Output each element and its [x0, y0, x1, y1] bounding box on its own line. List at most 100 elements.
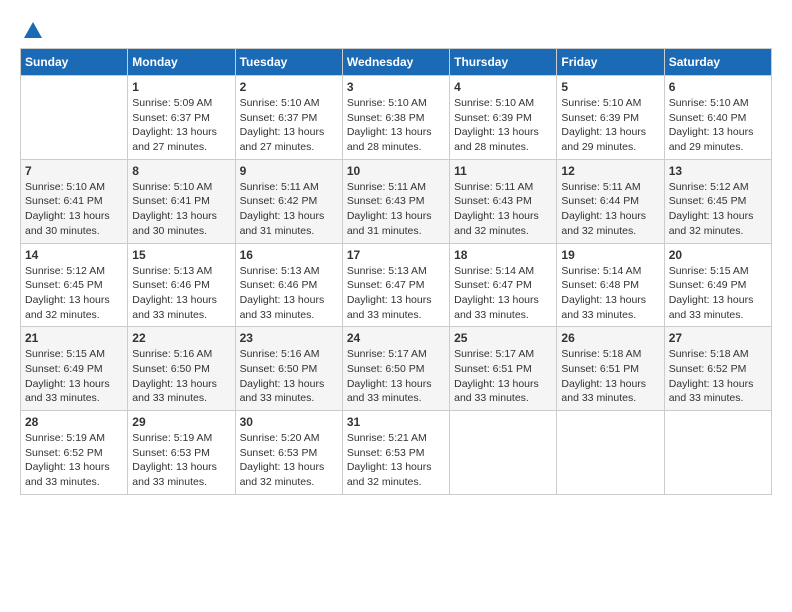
day-info: Sunrise: 5:14 AM Sunset: 6:48 PM Dayligh… [561, 264, 659, 323]
day-info: Sunrise: 5:10 AM Sunset: 6:37 PM Dayligh… [240, 96, 338, 155]
day-info: Sunrise: 5:11 AM Sunset: 6:43 PM Dayligh… [347, 180, 445, 239]
calendar-cell: 22 Sunrise: 5:16 AM Sunset: 6:50 PM Dayli… [128, 327, 235, 411]
day-info: Sunrise: 5:12 AM Sunset: 6:45 PM Dayligh… [25, 264, 123, 323]
logo [20, 20, 44, 38]
day-number: 12 [561, 164, 659, 178]
day-info: Sunrise: 5:17 AM Sunset: 6:50 PM Dayligh… [347, 347, 445, 406]
calendar-cell: 11 Sunrise: 5:11 AM Sunset: 6:43 PM Dayli… [450, 159, 557, 243]
calendar-cell: 18 Sunrise: 5:14 AM Sunset: 6:47 PM Dayli… [450, 243, 557, 327]
day-info: Sunrise: 5:11 AM Sunset: 6:42 PM Dayligh… [240, 180, 338, 239]
day-number: 3 [347, 80, 445, 94]
day-info: Sunrise: 5:13 AM Sunset: 6:46 PM Dayligh… [132, 264, 230, 323]
calendar-cell: 2 Sunrise: 5:10 AM Sunset: 6:37 PM Daylig… [235, 76, 342, 160]
day-number: 14 [25, 248, 123, 262]
day-number: 30 [240, 415, 338, 429]
calendar-cell: 1Sunrise: 5:09 AM Sunset: 6:37 PM Daylig… [128, 76, 235, 160]
day-number: 15 [132, 248, 230, 262]
calendar-day-header: Tuesday [235, 49, 342, 76]
day-info: Sunrise: 5:10 AM Sunset: 6:41 PM Dayligh… [132, 180, 230, 239]
day-info: Sunrise: 5:20 AM Sunset: 6:53 PM Dayligh… [240, 431, 338, 490]
calendar-cell: 3 Sunrise: 5:10 AM Sunset: 6:38 PM Daylig… [342, 76, 449, 160]
day-info: Sunrise: 5:19 AM Sunset: 6:52 PM Dayligh… [25, 431, 123, 490]
calendar-day-header: Friday [557, 49, 664, 76]
calendar-cell: 29Sunrise: 5:19 AM Sunset: 6:53 PM Dayli… [128, 411, 235, 495]
day-number: 9 [240, 164, 338, 178]
day-number: 13 [669, 164, 767, 178]
day-info: Sunrise: 5:10 AM Sunset: 6:41 PM Dayligh… [25, 180, 123, 239]
day-number: 29 [132, 415, 230, 429]
day-number: 17 [347, 248, 445, 262]
calendar-cell [664, 411, 771, 495]
day-info: Sunrise: 5:11 AM Sunset: 6:44 PM Dayligh… [561, 180, 659, 239]
calendar-cell: 14 Sunrise: 5:12 AM Sunset: 6:45 PM Dayli… [21, 243, 128, 327]
day-number: 11 [454, 164, 552, 178]
day-info: Sunrise: 5:11 AM Sunset: 6:43 PM Dayligh… [454, 180, 552, 239]
day-info: Sunrise: 5:16 AM Sunset: 6:50 PM Dayligh… [240, 347, 338, 406]
day-info: Sunrise: 5:16 AM Sunset: 6:50 PM Dayligh… [132, 347, 230, 406]
day-number: 21 [25, 331, 123, 345]
calendar-day-header: Sunday [21, 49, 128, 76]
calendar-cell: 26Sunrise: 5:18 AM Sunset: 6:51 PM Dayli… [557, 327, 664, 411]
calendar-cell: 13Sunrise: 5:12 AM Sunset: 6:45 PM Dayli… [664, 159, 771, 243]
calendar-table: SundayMondayTuesdayWednesdayThursdayFrid… [20, 48, 772, 495]
day-number: 25 [454, 331, 552, 345]
calendar-cell: 25 Sunrise: 5:17 AM Sunset: 6:51 PM Dayli… [450, 327, 557, 411]
day-info: Sunrise: 5:14 AM Sunset: 6:47 PM Dayligh… [454, 264, 552, 323]
day-number: 10 [347, 164, 445, 178]
calendar-cell: 8 Sunrise: 5:10 AM Sunset: 6:41 PM Daylig… [128, 159, 235, 243]
calendar-cell: 7 Sunrise: 5:10 AM Sunset: 6:41 PM Daylig… [21, 159, 128, 243]
calendar-cell: 6 Sunrise: 5:10 AM Sunset: 6:40 PM Daylig… [664, 76, 771, 160]
day-info: Sunrise: 5:10 AM Sunset: 6:40 PM Dayligh… [669, 96, 767, 155]
calendar-week-row: 21 Sunrise: 5:15 AM Sunset: 6:49 PM Dayli… [21, 327, 772, 411]
day-number: 2 [240, 80, 338, 94]
calendar-cell [21, 76, 128, 160]
calendar-cell [557, 411, 664, 495]
day-info: Sunrise: 5:18 AM Sunset: 6:51 PM Dayligh… [561, 347, 659, 406]
calendar-cell: 30 Sunrise: 5:20 AM Sunset: 6:53 PM Dayli… [235, 411, 342, 495]
day-info: Sunrise: 5:09 AM Sunset: 6:37 PM Dayligh… [132, 96, 230, 155]
calendar-day-header: Monday [128, 49, 235, 76]
day-number: 8 [132, 164, 230, 178]
day-number: 23 [240, 331, 338, 345]
day-number: 20 [669, 248, 767, 262]
calendar-cell: 9 Sunrise: 5:11 AM Sunset: 6:42 PM Daylig… [235, 159, 342, 243]
day-number: 19 [561, 248, 659, 262]
day-info: Sunrise: 5:15 AM Sunset: 6:49 PM Dayligh… [25, 347, 123, 406]
calendar-week-row: 7 Sunrise: 5:10 AM Sunset: 6:41 PM Daylig… [21, 159, 772, 243]
day-number: 22 [132, 331, 230, 345]
calendar-cell: 31Sunrise: 5:21 AM Sunset: 6:53 PM Dayli… [342, 411, 449, 495]
day-number: 6 [669, 80, 767, 94]
day-info: Sunrise: 5:13 AM Sunset: 6:46 PM Dayligh… [240, 264, 338, 323]
day-number: 5 [561, 80, 659, 94]
day-number: 16 [240, 248, 338, 262]
calendar-header-row: SundayMondayTuesdayWednesdayThursdayFrid… [21, 49, 772, 76]
calendar-cell: 5Sunrise: 5:10 AM Sunset: 6:39 PM Daylig… [557, 76, 664, 160]
day-number: 31 [347, 415, 445, 429]
calendar-cell: 15 Sunrise: 5:13 AM Sunset: 6:46 PM Dayli… [128, 243, 235, 327]
day-info: Sunrise: 5:10 AM Sunset: 6:38 PM Dayligh… [347, 96, 445, 155]
day-number: 18 [454, 248, 552, 262]
calendar-cell [450, 411, 557, 495]
calendar-week-row: 28 Sunrise: 5:19 AM Sunset: 6:52 PM Dayli… [21, 411, 772, 495]
calendar-cell: 20Sunrise: 5:15 AM Sunset: 6:49 PM Dayli… [664, 243, 771, 327]
calendar-week-row: 14 Sunrise: 5:12 AM Sunset: 6:45 PM Dayli… [21, 243, 772, 327]
day-number: 28 [25, 415, 123, 429]
calendar-cell: 21 Sunrise: 5:15 AM Sunset: 6:49 PM Dayli… [21, 327, 128, 411]
calendar-cell: 19 Sunrise: 5:14 AM Sunset: 6:48 PM Dayli… [557, 243, 664, 327]
calendar-day-header: Saturday [664, 49, 771, 76]
day-number: 7 [25, 164, 123, 178]
calendar-cell: 23 Sunrise: 5:16 AM Sunset: 6:50 PM Dayli… [235, 327, 342, 411]
calendar-day-header: Wednesday [342, 49, 449, 76]
logo-icon [22, 20, 44, 42]
calendar-cell: 12 Sunrise: 5:11 AM Sunset: 6:44 PM Dayli… [557, 159, 664, 243]
calendar-cell: 27Sunrise: 5:18 AM Sunset: 6:52 PM Dayli… [664, 327, 771, 411]
calendar-cell: 10 Sunrise: 5:11 AM Sunset: 6:43 PM Dayli… [342, 159, 449, 243]
calendar-week-row: 1Sunrise: 5:09 AM Sunset: 6:37 PM Daylig… [21, 76, 772, 160]
day-number: 24 [347, 331, 445, 345]
day-info: Sunrise: 5:17 AM Sunset: 6:51 PM Dayligh… [454, 347, 552, 406]
page-header [20, 20, 772, 38]
calendar-cell: 16 Sunrise: 5:13 AM Sunset: 6:46 PM Dayli… [235, 243, 342, 327]
day-number: 27 [669, 331, 767, 345]
day-number: 4 [454, 80, 552, 94]
calendar-day-header: Thursday [450, 49, 557, 76]
